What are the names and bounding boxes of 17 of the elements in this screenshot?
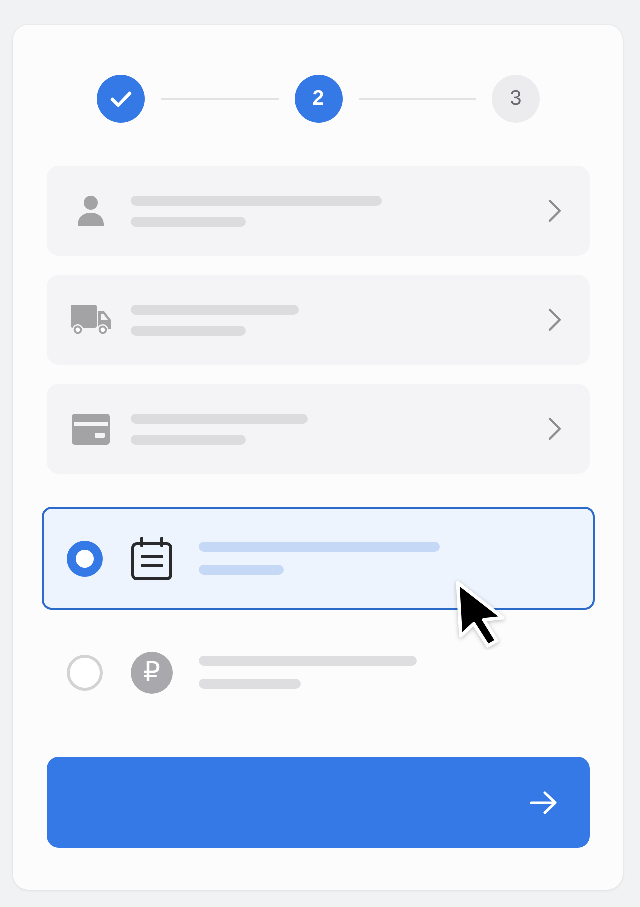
next-button[interactable] (47, 757, 590, 848)
credit-card-icon (72, 414, 110, 444)
summary-card[interactable] (47, 275, 590, 365)
ruble-coin-icon: ₽ (131, 652, 173, 694)
option-card[interactable] (42, 507, 595, 610)
chevron-right-icon (548, 308, 562, 332)
summary-card[interactable] (47, 166, 590, 256)
summary-card[interactable] (47, 384, 590, 474)
chevron-right-icon (548, 417, 562, 441)
step-number: 2 (294, 75, 342, 123)
truck-icon (70, 304, 110, 336)
chevron-right-icon (548, 199, 562, 223)
arrow-right-icon (530, 790, 558, 814)
radio-button[interactable] (67, 540, 103, 576)
person-icon (78, 196, 104, 226)
calendar-icon (131, 536, 173, 580)
step-number: 3 (492, 75, 540, 123)
